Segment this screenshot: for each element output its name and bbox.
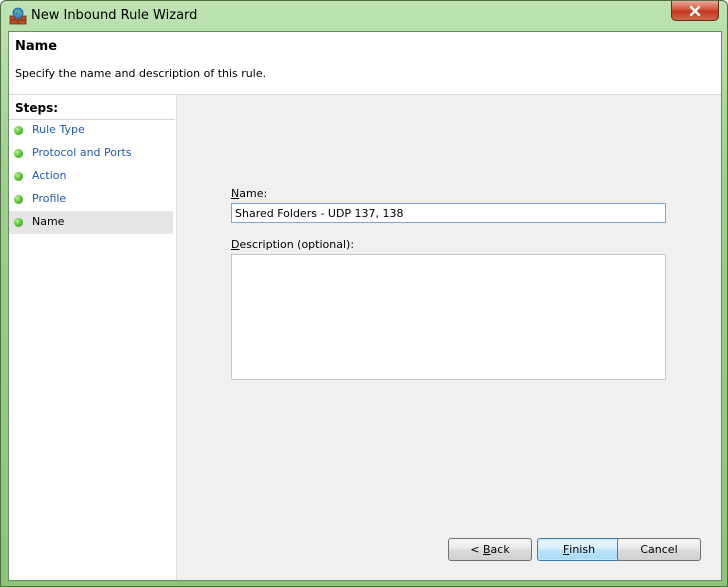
green-dot-icon [14,218,23,227]
finish-button[interactable]: Finish [537,538,621,561]
page-subtitle: Specify the name and description of this… [15,67,267,80]
steps-panel: Steps: Rule Type Protocol and Ports Acti… [9,95,177,580]
name-input[interactable] [231,203,666,223]
description-label-text: escription (optional): [239,238,355,251]
back-button[interactable]: < Back [448,538,532,561]
step-label: Action [32,169,67,182]
name-label-accesskey: N [231,187,240,200]
wizard-header: Name Specify the name and description of… [9,32,721,95]
name-label: Name: [231,187,267,200]
name-label-text: ame: [239,187,268,200]
window-title: New Inbound Rule Wizard [31,8,198,23]
step-label: Profile [32,192,67,205]
client-area: Name Specify the name and description of… [8,31,722,581]
step-name[interactable]: Name [9,211,173,234]
step-protocol-and-ports[interactable]: Protocol and Ports [9,142,173,165]
step-label: Name [32,215,65,228]
step-label: Protocol and Ports [32,146,132,159]
finish-button-text: inish [569,543,596,556]
green-dot-icon [14,149,23,158]
green-dot-icon [14,126,23,135]
wizard-window: New Inbound Rule Wizard Name Specify the… [0,0,728,587]
description-input[interactable] [231,254,666,380]
step-profile[interactable]: Profile [9,188,173,211]
step-rule-type[interactable]: Rule Type [9,119,173,142]
back-button-text: ack [490,543,510,556]
green-dot-icon [14,195,23,204]
step-label: Rule Type [32,123,85,136]
title-bar[interactable]: New Inbound Rule Wizard [1,1,727,31]
page-title: Name [15,39,58,54]
close-icon [688,5,702,17]
back-button-accesskey: B [483,543,491,556]
back-button-prefix: < [470,543,483,556]
close-button[interactable] [671,1,719,21]
step-action[interactable]: Action [9,165,173,188]
firewall-icon [9,7,27,25]
steps-title: Steps: [15,101,59,115]
green-dot-icon [14,172,23,181]
description-label: Description (optional): [231,238,354,251]
cancel-button[interactable]: Cancel [617,538,701,561]
